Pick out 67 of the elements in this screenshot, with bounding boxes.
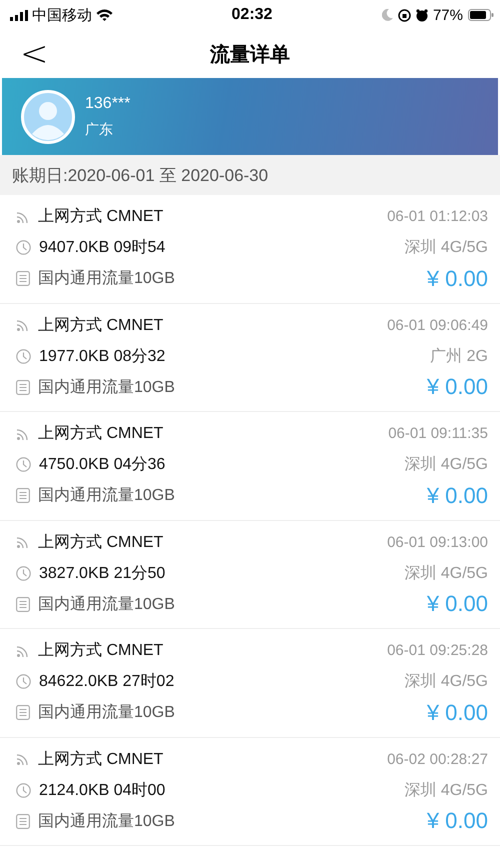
clock-time: 02:32 [232, 6, 272, 24]
location-network: 深圳 4G/5G [404, 238, 488, 258]
list-icon [16, 488, 30, 503]
fee-amount: ¥ 0.00 [426, 700, 488, 726]
data-package: 国内通用流量10GB [38, 812, 175, 832]
data-usage: 4750.0KB 04分36 [39, 455, 166, 475]
clock-icon [16, 782, 31, 798]
access-method: 上网方式 CMNET [38, 640, 164, 661]
data-usage: 2124.0KB 04时00 [39, 780, 166, 800]
fee-amount: ¥ 0.00 [426, 482, 488, 508]
fee-amount: ¥ 0.00 [426, 374, 488, 400]
access-method: 上网方式 CMNET [38, 424, 164, 444]
fee-amount: ¥ 0.00 [426, 266, 488, 292]
record-time: 06-01 01:12:03 [387, 208, 488, 225]
access-method: 上网方式 CMNET [38, 750, 164, 770]
wifi-icon [96, 9, 113, 21]
page-title: 流量详单 [210, 42, 290, 68]
data-usage: 84622.0KB 27时02 [39, 672, 174, 692]
battery-percent: 77% [432, 6, 463, 24]
list-icon [16, 596, 30, 612]
record-time: 06-01 09:11:35 [388, 425, 488, 442]
clock-icon [16, 674, 31, 689]
location-network: 深圳 4G/5G [404, 564, 488, 584]
access-method: 上网方式 CMNET [38, 532, 164, 552]
list-icon [16, 380, 30, 394]
record-time: 06-01 09:13:00 [387, 534, 488, 550]
data-package: 国内通用流量10GB [38, 378, 175, 398]
data-package: 国内通用流量10GB [38, 268, 175, 289]
record-time: 06-01 09:25:28 [387, 642, 488, 659]
record-time: 06-01 09:06:49 [387, 316, 488, 334]
fee-amount: ¥ 0.00 [426, 591, 488, 617]
battery-icon [468, 9, 494, 21]
data-usage: 9407.0KB 09时54 [39, 238, 166, 258]
carrier-name: 中国移动 [32, 6, 92, 24]
signal-icon [10, 10, 28, 20]
data-package: 国内通用流量10GB [38, 594, 175, 614]
signal-wave-icon [16, 752, 30, 766]
signal-wave-icon [16, 644, 30, 658]
region-name: 广东 [85, 120, 114, 138]
signal-wave-icon [16, 535, 30, 549]
data-package: 国内通用流量10GB [38, 486, 175, 506]
access-method: 上网方式 CMNET [38, 206, 164, 227]
data-package: 国内通用流量10GB [38, 702, 175, 723]
clock-icon [16, 566, 31, 580]
billing-period: 账期日:2020-06-01 至 2020-06-30 [12, 164, 268, 186]
avatar-icon [21, 90, 75, 144]
location-network: 深圳 4G/5G [404, 780, 488, 800]
location-network: 深圳 4G/5G [404, 454, 488, 475]
clock-icon [16, 348, 31, 364]
signal-wave-icon [16, 210, 30, 224]
record-time: 06-02 00:28:27 [387, 750, 488, 768]
moon-icon [382, 9, 393, 21]
list-icon [16, 705, 30, 720]
list-icon [16, 814, 30, 828]
list-icon [16, 271, 30, 286]
clock-icon [16, 457, 31, 472]
clock-icon [16, 240, 31, 255]
data-usage: 3827.0KB 21分50 [39, 564, 166, 584]
signal-wave-icon [16, 318, 30, 332]
signal-wave-icon [16, 426, 30, 440]
location-network: 广州 2G [430, 346, 488, 366]
back-button[interactable]: < [16, 34, 52, 74]
location-network: 深圳 4G/5G [404, 672, 488, 692]
phone-number: 136*** [85, 94, 130, 112]
data-usage: 1977.0KB 08分32 [39, 346, 166, 366]
access-method: 上网方式 CMNET [38, 316, 164, 336]
fee-amount: ¥ 0.00 [426, 808, 488, 834]
